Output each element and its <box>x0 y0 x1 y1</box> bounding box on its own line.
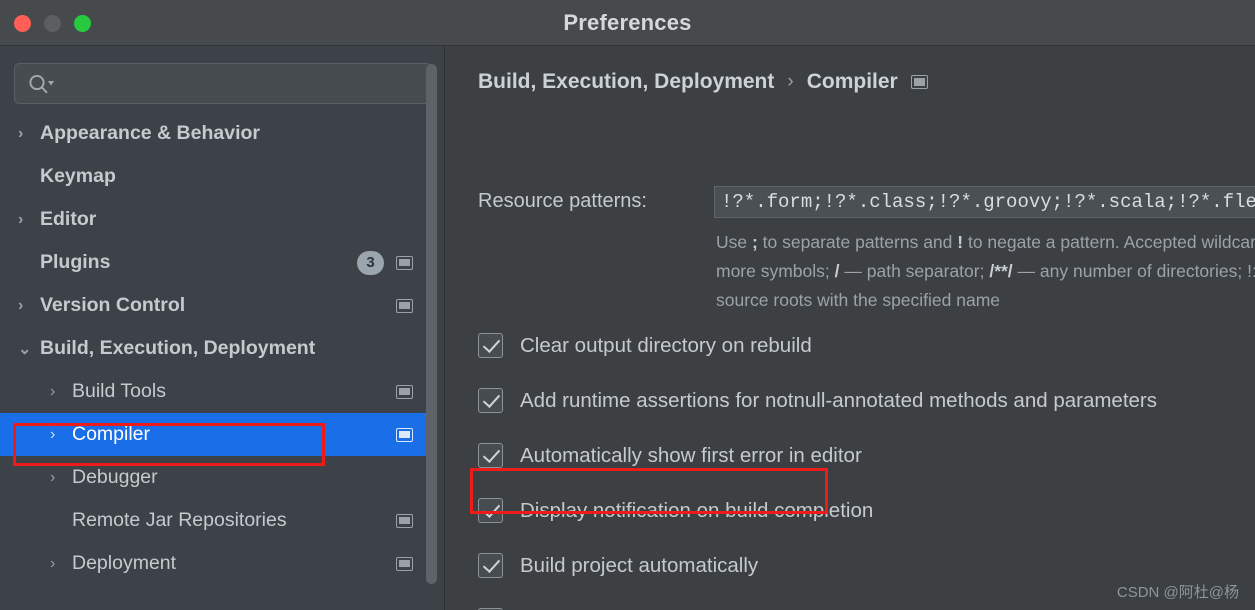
sidebar-item-build-execution-deployment[interactable]: ⌄ Build, Execution, Deployment <box>0 327 427 370</box>
sidebar-item-remote-jar-repositories[interactable]: › Remote Jar Repositories <box>0 499 427 542</box>
sidebar-item-label: Remote Jar Repositories <box>72 509 287 531</box>
row-accessories <box>396 499 413 542</box>
row-accessories <box>396 284 413 327</box>
resource-patterns-row: Resource patterns: <box>478 186 647 216</box>
row-accessories <box>396 413 413 456</box>
sidebar-item-label: Plugins <box>40 251 111 273</box>
sidebar-item-label: Build Tools <box>72 380 166 402</box>
checkbox-row-add-runtime-assertions[interactable]: Add runtime assertions for notnull-annot… <box>478 373 1255 428</box>
help-line-2: more symbols; / — path separator; /**/ —… <box>716 261 1255 281</box>
checkbox-label: Build project automatically <box>520 553 759 577</box>
checkbox-label: Clear output directory on rebuild <box>520 333 812 357</box>
checkbox-label: Display notification on build completion <box>520 498 874 522</box>
settings-sidebar: › Appearance & Behavior › Keymap › Edito… <box>0 46 445 610</box>
search-icon <box>29 74 54 94</box>
sidebar-item-label: Build, Execution, Deployment <box>40 337 316 359</box>
sidebar-item-version-control[interactable]: › Version Control <box>0 284 427 327</box>
search-input[interactable] <box>61 64 421 103</box>
sidebar-item-deployment[interactable]: › Deployment <box>0 542 427 585</box>
sidebar-item-label: Compiler <box>72 423 151 445</box>
chevron-right-icon[interactable]: › <box>50 426 72 444</box>
sidebar-scrollbar[interactable] <box>426 54 437 602</box>
resource-patterns-input[interactable] <box>715 187 1255 217</box>
chevron-right-icon[interactable]: › <box>18 211 40 229</box>
checkbox-row-display-notification[interactable]: Display notification on build completion <box>478 483 1255 538</box>
sidebar-item-compiler[interactable]: › Compiler <box>0 413 427 456</box>
resource-patterns-help-text: Use ; to separate patterns and ! to nega… <box>716 228 1255 315</box>
sidebar-item-build-tools[interactable]: › Build Tools <box>0 370 427 413</box>
sidebar-item-label: Appearance & Behavior <box>40 122 260 144</box>
chevron-right-icon[interactable]: › <box>18 297 40 315</box>
checkbox-icon[interactable] <box>478 553 503 578</box>
sidebar-scrollbar-thumb[interactable] <box>426 64 437 584</box>
project-scope-icon[interactable] <box>396 384 413 399</box>
sidebar-item-plugins[interactable]: › Plugins 3 <box>0 241 427 284</box>
settings-tree: › Appearance & Behavior › Keymap › Edito… <box>0 112 444 610</box>
sidebar-item-keymap[interactable]: › Keymap <box>0 155 427 198</box>
chevron-right-icon[interactable]: › <box>50 469 72 487</box>
checkbox-icon[interactable] <box>478 388 503 413</box>
watermark: CSDN @阿杜@杨 <box>1116 584 1239 601</box>
search-field-wrapper[interactable] <box>14 63 432 104</box>
checkbox-icon[interactable] <box>478 498 503 523</box>
project-scope-icon[interactable] <box>396 427 413 442</box>
sidebar-item-label: Keymap <box>40 165 116 187</box>
row-accessories <box>396 370 413 413</box>
chevron-right-icon[interactable]: › <box>18 125 40 143</box>
project-scope-icon[interactable] <box>396 255 413 270</box>
project-scope-icon[interactable] <box>396 298 413 313</box>
help-line-3: source roots with the specified name <box>716 290 1001 310</box>
help-line-1: Use ; to separate patterns and ! to nega… <box>716 232 1255 252</box>
checkbox-label: Add runtime assertions for notnull-annot… <box>520 388 1158 412</box>
compiler-options-list: Clear output directory on rebuild Add ru… <box>478 318 1255 610</box>
preferences-window: Preferences › Appearance & Behavior › Ke… <box>0 0 1255 610</box>
sidebar-item-label: Version Control <box>40 294 186 316</box>
sidebar-item-debugger[interactable]: › Debugger <box>0 456 427 499</box>
checkbox-row-automatically-show-first-error[interactable]: Automatically show first error in editor <box>478 428 1255 483</box>
checkbox-label: Automatically show first error in editor <box>520 443 862 467</box>
checkbox-icon[interactable] <box>478 443 503 468</box>
breadcrumb: Build, Execution, Deployment › Compiler <box>478 70 928 94</box>
row-accessories: 3 <box>357 241 413 284</box>
title-bar: Preferences <box>0 0 1255 46</box>
sidebar-item-appearance-behavior[interactable]: › Appearance & Behavior <box>0 112 427 155</box>
breadcrumb-current: Compiler <box>806 70 898 93</box>
project-scope-icon[interactable] <box>396 513 413 528</box>
window-title: Preferences <box>563 10 692 35</box>
project-scope-icon[interactable] <box>910 75 928 89</box>
chevron-right-icon[interactable]: › <box>50 383 72 401</box>
row-accessories <box>396 542 413 585</box>
project-scope-icon[interactable] <box>396 556 413 571</box>
plugins-update-badge: 3 <box>357 250 384 275</box>
sidebar-item-editor[interactable]: › Editor <box>0 198 427 241</box>
sidebar-item-label: Deployment <box>72 552 177 574</box>
checkbox-icon[interactable] <box>478 333 503 358</box>
sidebar-item-label: Debugger <box>72 466 158 488</box>
resource-patterns-label: Resource patterns: <box>478 190 647 212</box>
breadcrumb-parent[interactable]: Build, Execution, Deployment <box>478 70 774 94</box>
breadcrumb-separator-icon: › <box>787 71 794 92</box>
checkbox-row-clear-output-directory[interactable]: Clear output directory on rebuild <box>478 318 1255 373</box>
compiler-settings-panel: Build, Execution, Deployment › Compiler … <box>446 46 1255 610</box>
chevron-down-icon[interactable]: ⌄ <box>18 339 40 359</box>
sidebar-item-label: Editor <box>40 208 97 230</box>
chevron-right-icon[interactable]: › <box>50 555 72 573</box>
resource-patterns-field-wrapper[interactable] <box>714 186 1255 218</box>
